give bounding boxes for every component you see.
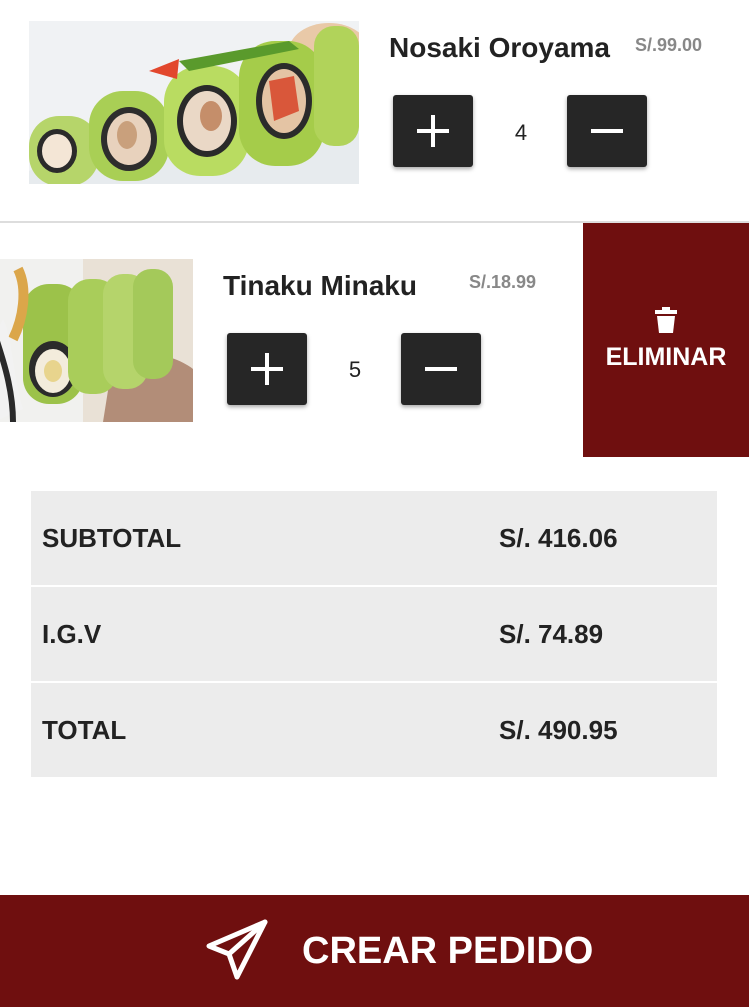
item-name: Nosaki Oroyama (389, 32, 610, 63)
summary-label: SUBTOTAL (42, 523, 182, 553)
quantity-value: 5 (348, 357, 362, 382)
increase-quantity-button[interactable] (393, 95, 473, 167)
delete-item-button[interactable]: ELIMINAR (583, 223, 749, 457)
minus-icon (425, 367, 457, 371)
summary-label: TOTAL (42, 715, 127, 745)
plus-icon (417, 115, 449, 147)
quantity-value: 4 (514, 120, 528, 145)
create-order-button[interactable]: CREAR PEDIDO (0, 895, 749, 1007)
order-summary: SUBTOTAL S/. 416.06 I.G.V S/. 74.89 TOTA… (31, 491, 717, 777)
item-name: Tinaku Minaku (223, 270, 417, 301)
trash-icon (655, 307, 677, 333)
summary-value: S/. 490.95 (499, 715, 618, 745)
item-price: S/.99.00 (635, 35, 703, 55)
create-order-label: CREAR PEDIDO (302, 930, 594, 972)
decrease-quantity-button[interactable] (401, 333, 481, 405)
summary-value: S/. 74.89 (499, 619, 604, 649)
minus-icon (591, 129, 623, 133)
summary-row-total: TOTAL S/. 490.95 (31, 683, 717, 777)
item-image (29, 21, 359, 184)
item-price: S/.18.99 (469, 272, 537, 292)
summary-label: I.G.V (42, 619, 102, 649)
send-icon (206, 919, 268, 980)
summary-row-subtotal: SUBTOTAL S/. 416.06 (31, 491, 717, 585)
cart-item: Nosaki Oroyama S/.99.00 4 (0, 0, 749, 223)
delete-label: ELIMINAR (605, 343, 727, 371)
cart-item: Tinaku Minaku S/.18.99 5 ELIMINAR (0, 223, 749, 458)
item-image (0, 259, 193, 422)
summary-value: S/. 416.06 (499, 523, 618, 553)
increase-quantity-button[interactable] (227, 333, 307, 405)
decrease-quantity-button[interactable] (567, 95, 647, 167)
plus-icon (251, 353, 283, 385)
swipeable-item-content[interactable]: Tinaku Minaku S/.18.99 5 (0, 223, 583, 458)
summary-row-igv: I.G.V S/. 74.89 (31, 587, 717, 681)
